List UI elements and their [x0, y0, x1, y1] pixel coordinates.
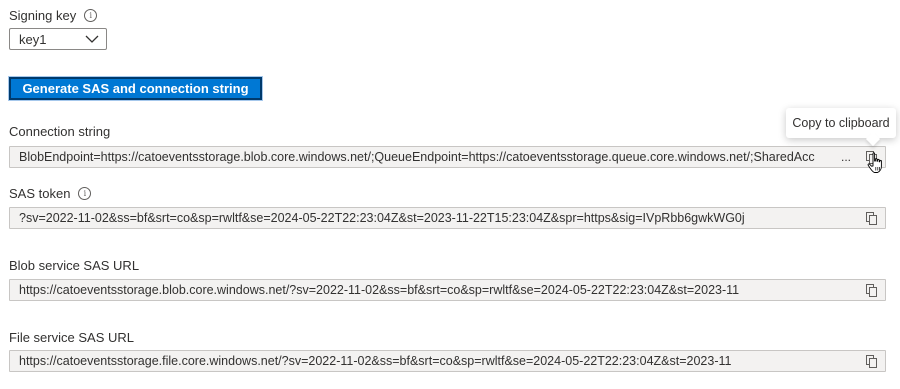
- connection-string-ellipsis: ...: [840, 150, 851, 164]
- blob-sas-url-value: https://catoeventsstorage.blob.core.wind…: [19, 283, 740, 297]
- hand-cursor-icon: [867, 152, 882, 173]
- sas-token-value: ?sv=2022-11-02&ss=bf&srt=co&sp=rwltf&se=…: [19, 211, 745, 225]
- file-sas-url-value: https://catoeventsstorage.file.core.wind…: [19, 354, 732, 368]
- sas-token-label-text: SAS token: [9, 186, 71, 201]
- chevron-down-icon: [85, 35, 99, 43]
- signing-key-label: Signing key i: [9, 8, 98, 23]
- blob-sas-url-field[interactable]: https://catoeventsstorage.blob.core.wind…: [9, 279, 886, 301]
- copy-icon: [866, 354, 877, 368]
- connection-string-value: BlobEndpoint=https://catoeventsstorage.b…: [19, 150, 815, 164]
- file-sas-url-field[interactable]: https://catoeventsstorage.file.core.wind…: [9, 350, 886, 372]
- info-icon[interactable]: i: [78, 187, 92, 200]
- copy-icon: [866, 283, 877, 297]
- generate-sas-button[interactable]: Generate SAS and connection string: [8, 76, 263, 101]
- connection-string-field[interactable]: BlobEndpoint=https://catoeventsstorage.b…: [9, 146, 886, 168]
- info-icon[interactable]: i: [84, 9, 98, 22]
- sas-token-field[interactable]: ?sv=2022-11-02&ss=bf&srt=co&sp=rwltf&se=…: [9, 207, 886, 229]
- signing-key-label-text: Signing key: [9, 8, 77, 23]
- file-sas-url-label: File service SAS URL: [9, 330, 134, 345]
- copy-icon: [866, 211, 877, 225]
- sas-token-label: SAS token i: [9, 186, 92, 201]
- signing-key-dropdown[interactable]: key1: [9, 28, 107, 50]
- blob-sas-url-label: Blob service SAS URL: [9, 258, 140, 273]
- signing-key-selected: key1: [19, 31, 47, 47]
- connection-string-label: Connection string: [9, 124, 111, 139]
- copy-file-sas-url-button[interactable]: [859, 351, 885, 371]
- copy-sas-token-button[interactable]: [859, 208, 885, 228]
- copy-tooltip: Copy to clipboard: [786, 108, 896, 138]
- copy-blob-sas-url-button[interactable]: [859, 280, 885, 300]
